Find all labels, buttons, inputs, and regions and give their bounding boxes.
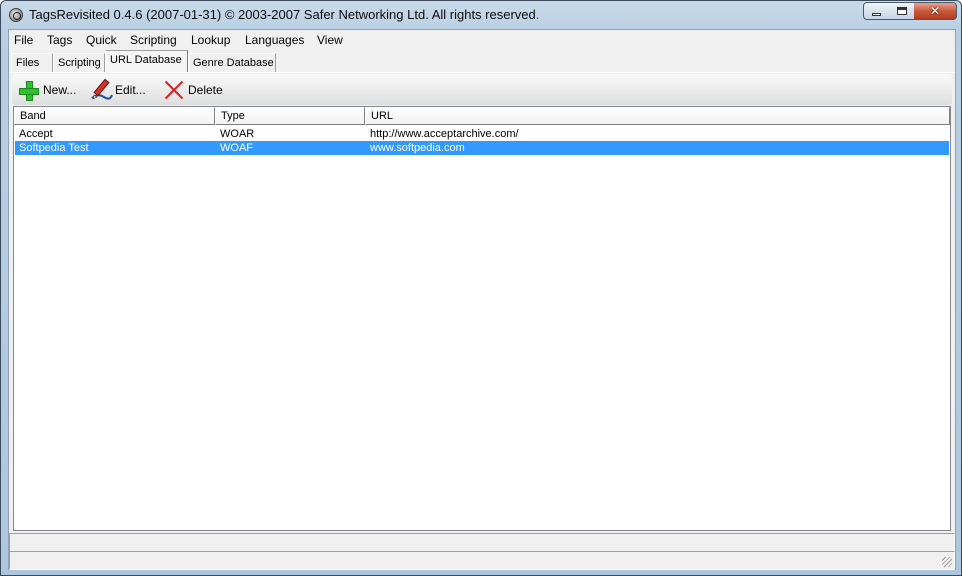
maximize-button[interactable] xyxy=(889,2,915,20)
url-list[interactable]: Band Type URL Accept WOAR http://www.acc… xyxy=(13,106,951,531)
list-row-selected[interactable]: Softpedia Test WOAF www.softpedia.com xyxy=(15,141,949,155)
cell-type: WOAF xyxy=(220,142,253,154)
plus-icon xyxy=(18,79,40,101)
tab-genre-database[interactable]: Genre Database xyxy=(188,53,276,72)
maximize-icon xyxy=(896,7,907,15)
new-button[interactable]: New... xyxy=(18,78,76,102)
column-header-url[interactable]: URL xyxy=(365,107,950,125)
close-icon: ✕ xyxy=(929,4,941,18)
menu-view[interactable]: View xyxy=(317,33,343,47)
cell-type: WOAR xyxy=(220,128,255,140)
column-header-band[interactable]: Band xyxy=(14,107,215,125)
menu-quick[interactable]: Quick xyxy=(86,33,117,47)
cell-url: http://www.acceptarchive.com/ xyxy=(370,128,519,140)
tab-strip: Files Scripting URL Database Genre Datab… xyxy=(9,50,955,72)
menu-bar: File Tags Quick Scripting Lookup Languag… xyxy=(9,30,955,50)
pencil-icon xyxy=(90,78,113,101)
menu-languages[interactable]: Languages xyxy=(245,33,304,47)
menu-scripting[interactable]: Scripting xyxy=(130,33,177,47)
minimize-button[interactable] xyxy=(863,2,890,20)
status-panel-top xyxy=(9,533,955,552)
cell-band: Softpedia Test xyxy=(19,142,89,154)
close-button[interactable]: ✕ xyxy=(914,2,957,20)
tab-scripting[interactable]: Scripting xyxy=(53,53,105,72)
column-header-type[interactable]: Type xyxy=(215,107,365,125)
new-button-label: New... xyxy=(43,83,77,97)
cell-url: www.softpedia.com xyxy=(370,142,465,154)
cell-band: Accept xyxy=(19,128,53,140)
window-title: TagsRevisited 0.4.6 (2007-01-31) © 2003-… xyxy=(29,7,540,22)
delete-x-icon xyxy=(163,79,185,101)
toolbar: New... Edit... Delete xyxy=(12,74,952,105)
app-window: TagsRevisited 0.4.6 (2007-01-31) © 2003-… xyxy=(0,0,962,576)
menu-tags[interactable]: Tags xyxy=(47,33,72,47)
list-header: Band Type URL xyxy=(14,107,950,125)
tab-files[interactable]: Files xyxy=(11,53,53,72)
tab-url-database[interactable]: URL Database xyxy=(105,50,188,72)
status-bar xyxy=(9,551,955,570)
menu-lookup[interactable]: Lookup xyxy=(191,33,230,47)
menu-file[interactable]: File xyxy=(14,33,33,47)
app-icon[interactable] xyxy=(9,8,23,22)
url-database-panel: New... Edit... Delete Band Type URL Acce… xyxy=(9,72,955,534)
client-area: File Tags Quick Scripting Lookup Languag… xyxy=(8,29,956,570)
delete-button[interactable]: Delete xyxy=(163,78,223,102)
list-row[interactable]: Accept WOAR http://www.acceptarchive.com… xyxy=(15,127,949,141)
edit-button[interactable]: Edit... xyxy=(90,78,146,102)
resize-grip-icon[interactable] xyxy=(942,557,952,567)
edit-button-label: Edit... xyxy=(115,83,146,97)
minimize-icon xyxy=(872,12,881,16)
delete-button-label: Delete xyxy=(188,83,223,97)
title-bar[interactable]: TagsRevisited 0.4.6 (2007-01-31) © 2003-… xyxy=(1,1,961,29)
